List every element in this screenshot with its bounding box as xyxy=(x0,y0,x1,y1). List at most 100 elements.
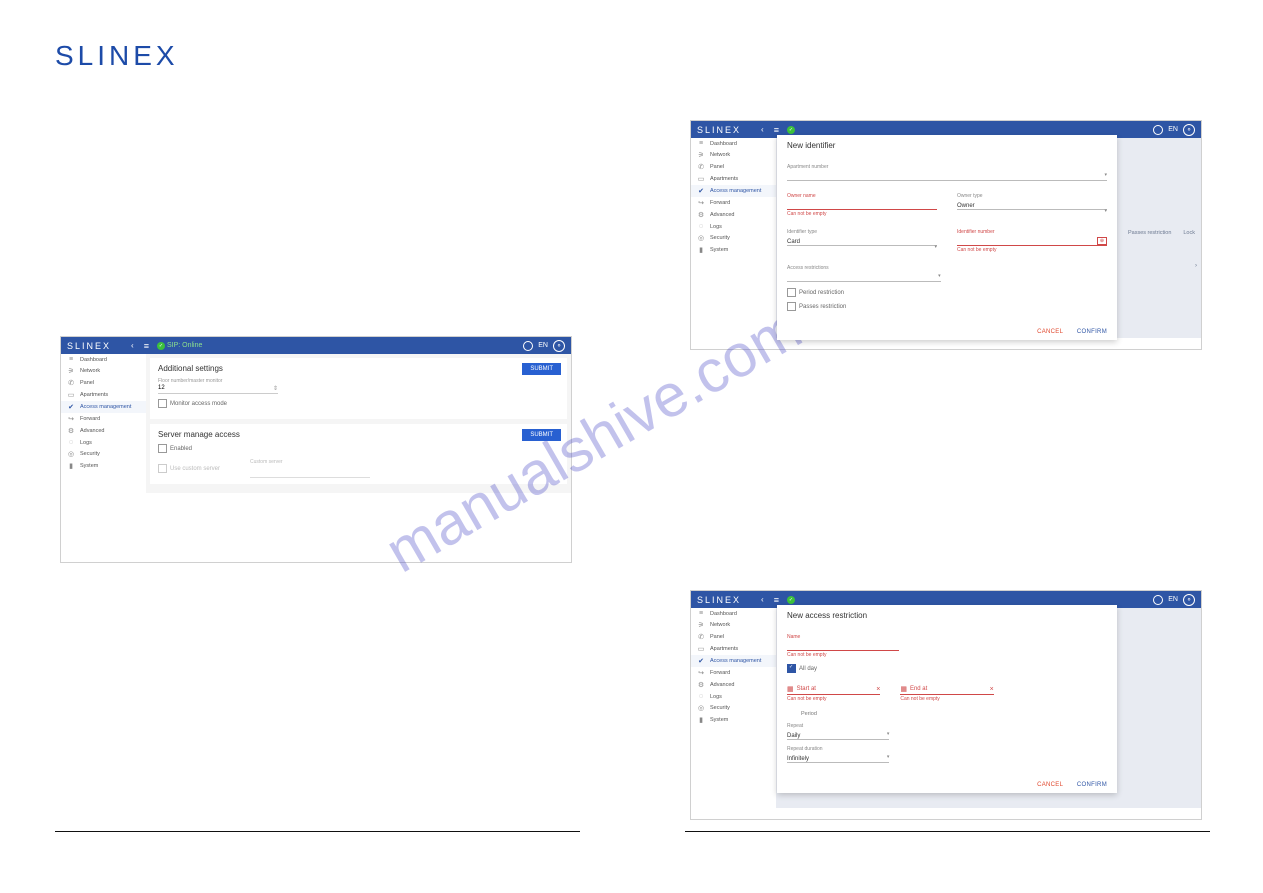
chevron-down-icon[interactable]: ▾ xyxy=(934,244,937,250)
monitor-access-checkbox[interactable]: Monitor access mode xyxy=(158,399,559,408)
nav-icon: ✔ xyxy=(65,403,77,411)
sidebar-item-network[interactable]: ⚞Network xyxy=(691,619,776,631)
sidebar-item-advanced[interactable]: ⚙Advanced xyxy=(61,425,146,437)
sidebar-item-logs[interactable]: ◌Logs xyxy=(61,437,146,448)
chevron-left-icon[interactable]: ‹ xyxy=(761,595,764,604)
nav-icon: ◎ xyxy=(695,234,707,242)
user-icon[interactable]: ⚬ xyxy=(553,340,565,352)
sidebar-item-logs[interactable]: ◌Logs xyxy=(691,221,776,232)
screenshot-additional-settings: SLINEX ‹ ≡ ✓SIP: Online EN ⚬ ≡Dashboard⚞… xyxy=(60,336,572,563)
menu-icon[interactable]: ≡ xyxy=(144,341,149,351)
identifier-number-field[interactable]: Identifier number ⊕ Can not be empty xyxy=(957,229,1107,253)
chevron-down-icon[interactable]: ▾ xyxy=(887,731,890,737)
cancel-button[interactable]: CANCEL xyxy=(1037,329,1063,335)
sidebar-item-security[interactable]: ◎Security xyxy=(61,448,146,460)
sidebar-item-dashboard[interactable]: ≡Dashboard xyxy=(61,354,146,365)
nav-icon: ≡ xyxy=(695,610,707,617)
nav-icon: ◌ xyxy=(695,693,707,700)
sidebar-item-access-management[interactable]: ✔Access management xyxy=(691,655,776,667)
scan-icon[interactable]: ⊕ xyxy=(1097,237,1107,245)
confirm-button[interactable]: CONFIRM xyxy=(1077,782,1107,788)
menu-icon[interactable]: ≡ xyxy=(774,125,779,135)
stepper-icon[interactable]: ⇕ xyxy=(273,385,278,392)
identifier-type-field[interactable]: Identifier type Card▾ xyxy=(787,229,937,253)
chevron-right-icon[interactable]: › xyxy=(1195,263,1197,269)
nav-icon: ◎ xyxy=(65,450,77,458)
chevron-down-icon[interactable]: ▾ xyxy=(887,754,890,760)
owner-type-field[interactable]: Owner type Owner▾ xyxy=(957,193,1107,217)
sidebar-item-security[interactable]: ◎Security xyxy=(691,702,776,714)
apartment-number-field[interactable]: Apartment number ▾ xyxy=(787,164,1107,181)
sidebar-item-label: Security xyxy=(80,451,100,457)
screenshot-new-access-restriction: SLINEX ‹ ≡ ✓ EN ⚬ ≡Dashboard⚞Network✆Pan… xyxy=(690,590,1202,820)
owner-name-field[interactable]: Owner name Can not be empty xyxy=(787,193,937,217)
sidebar-item-access-management[interactable]: ✔Access management xyxy=(691,185,776,197)
sidebar-item-label: Dashboard xyxy=(80,357,107,363)
nav-icon: ✆ xyxy=(695,163,707,171)
all-day-checkbox[interactable]: All day xyxy=(787,664,1107,673)
chevron-down-icon[interactable]: ▾ xyxy=(938,273,941,279)
sidebar-item-logs[interactable]: ◌Logs xyxy=(691,691,776,702)
sidebar-item-security[interactable]: ◎Security xyxy=(691,232,776,244)
sidebar-item-dashboard[interactable]: ≡Dashboard xyxy=(691,138,776,149)
nav-icon: ▮ xyxy=(695,246,707,254)
close-icon[interactable]: × xyxy=(876,686,880,693)
end-at-field[interactable]: ▦ End at × Can not be empty xyxy=(900,684,993,702)
sidebar-item-forward[interactable]: ↪Forward xyxy=(691,197,776,209)
confirm-button[interactable]: CONFIRM xyxy=(1077,329,1107,335)
sidebar-item-advanced[interactable]: ⚙Advanced xyxy=(691,679,776,691)
globe-icon[interactable] xyxy=(1153,125,1163,135)
sidebar-item-apartments[interactable]: ▭Apartments xyxy=(61,389,146,401)
lang-label[interactable]: EN xyxy=(1168,596,1178,603)
sidebar-item-panel[interactable]: ✆Panel xyxy=(691,631,776,643)
sidebar-item-apartments[interactable]: ▭Apartments xyxy=(691,173,776,185)
submit-button[interactable]: SUBMIT xyxy=(522,363,561,375)
repeat-field[interactable]: Repeat Daily▾ xyxy=(787,723,889,740)
user-icon[interactable]: ⚬ xyxy=(1183,594,1195,606)
calendar-icon: ▦ xyxy=(787,685,794,693)
enabled-checkbox[interactable]: Enabled xyxy=(158,444,559,453)
chevron-down-icon[interactable]: ▾ xyxy=(1104,172,1107,178)
globe-icon[interactable] xyxy=(523,341,533,351)
sidebar-item-dashboard[interactable]: ≡Dashboard xyxy=(691,608,776,619)
menu-icon[interactable]: ≡ xyxy=(774,595,779,605)
passes-restriction-checkbox[interactable]: Passes restriction xyxy=(787,302,1107,311)
card-server-manage-access: Server manage access SUBMIT Enabled Use … xyxy=(150,424,567,484)
sidebar-item-label: Panel xyxy=(710,164,724,170)
sidebar-item-panel[interactable]: ✆Panel xyxy=(61,377,146,389)
sidebar-item-label: Network xyxy=(80,368,100,374)
name-field[interactable]: Name Can not be empty xyxy=(787,634,899,658)
chevron-left-icon[interactable]: ‹ xyxy=(131,341,134,350)
start-at-field[interactable]: ▦ Start at × Can not be empty xyxy=(787,684,880,702)
lang-label[interactable]: EN xyxy=(1168,126,1178,133)
lang-label[interactable]: EN xyxy=(538,342,548,349)
sidebar-item-label: Access management xyxy=(80,404,131,410)
sidebar-item-forward[interactable]: ↪Forward xyxy=(691,667,776,679)
floor-input[interactable]: 12⇕ xyxy=(158,384,278,394)
access-restrictions-field[interactable]: Access restrictions ▾ xyxy=(787,265,941,282)
nav-icon: ▮ xyxy=(65,462,77,470)
repeat-duration-field[interactable]: Repeat duration Infinitely▾ xyxy=(787,746,889,763)
sidebar-item-access-management[interactable]: ✔Access management xyxy=(61,401,146,413)
sidebar-item-forward[interactable]: ↪Forward xyxy=(61,413,146,425)
sidebar-item-apartments[interactable]: ▭Apartments xyxy=(691,643,776,655)
chevron-down-icon[interactable]: ▾ xyxy=(1104,208,1107,214)
sidebar-item-network[interactable]: ⚞Network xyxy=(691,149,776,161)
sidebar-item-system[interactable]: ▮System xyxy=(691,714,776,726)
globe-icon[interactable] xyxy=(1153,595,1163,605)
period-restriction-checkbox[interactable]: Period restriction xyxy=(787,288,1107,297)
sidebar-item-label: Advanced xyxy=(710,682,734,688)
sidebar: ≡Dashboard⚞Network✆Panel▭Apartments✔Acce… xyxy=(691,138,776,338)
sidebar-item-network[interactable]: ⚞Network xyxy=(61,365,146,377)
sidebar-item-system[interactable]: ▮System xyxy=(61,460,146,472)
user-icon[interactable]: ⚬ xyxy=(1183,124,1195,136)
sidebar-item-advanced[interactable]: ⚙Advanced xyxy=(691,209,776,221)
sidebar-item-panel[interactable]: ✆Panel xyxy=(691,161,776,173)
nav-icon: ≡ xyxy=(65,356,77,363)
sidebar-item-system[interactable]: ▮System xyxy=(691,244,776,256)
chevron-left-icon[interactable]: ‹ xyxy=(761,125,764,134)
nav-icon: ✆ xyxy=(695,633,707,641)
close-icon[interactable]: × xyxy=(990,686,994,693)
submit-button[interactable]: SUBMIT xyxy=(522,429,561,441)
cancel-button[interactable]: CANCEL xyxy=(1037,782,1063,788)
